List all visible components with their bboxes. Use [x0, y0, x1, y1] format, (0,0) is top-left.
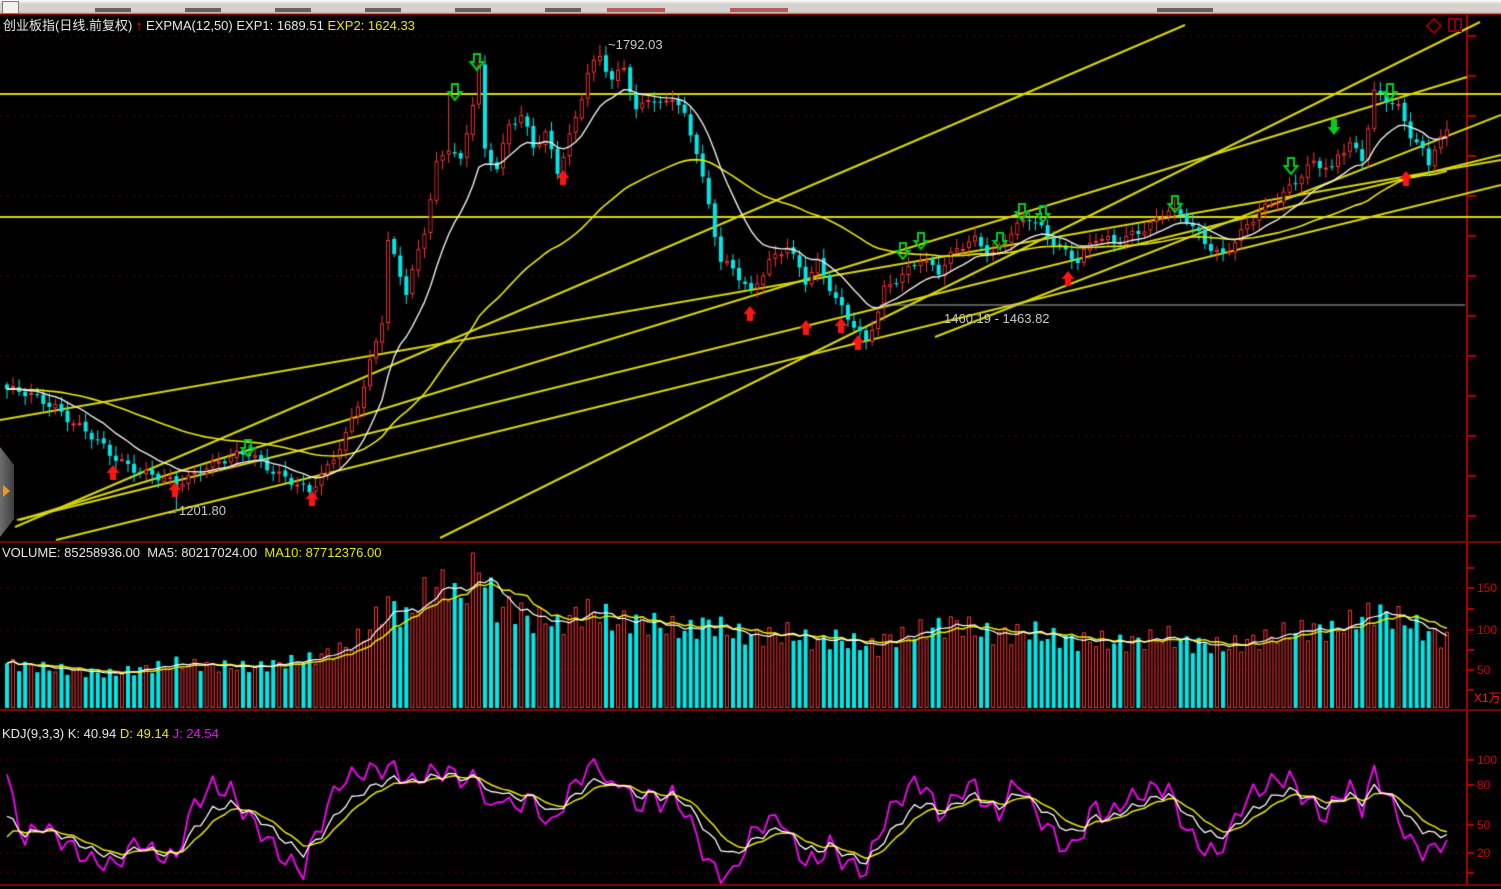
volume-ma10-value: MA10: 87712376.00: [264, 545, 381, 560]
kdj-d-value: D: 49.14: [120, 726, 169, 741]
kdj-k-value: K: 40.94: [68, 726, 116, 741]
volume-ma5-value: MA5: 80217024.00: [147, 545, 257, 560]
trough-price-annotation: ←1201.80: [166, 503, 226, 518]
volume-value: VOLUME: 85258936.00: [2, 545, 140, 560]
exp1-value: EXP1: 1689.51: [236, 18, 323, 33]
chart-canvas: [0, 0, 1501, 889]
kdj-j-value: J: 24.54: [173, 726, 219, 741]
expand-triangle-icon: [3, 485, 10, 497]
exp2-value: EXP2: 1624.33: [327, 18, 414, 33]
menu-item-clipped[interactable]: [545, 8, 581, 12]
volume-axis-label: 50: [1477, 663, 1501, 677]
volume-axis-label: 100: [1477, 623, 1501, 637]
app-icon: [2, 1, 19, 14]
separator-line: [0, 709, 1501, 711]
volume-header: VOLUME: 85258936.00 MA5: 80217024.00 MA1…: [2, 545, 382, 560]
menu-bar[interactable]: [0, 0, 1501, 14]
indicator-label: EXPMA(12,50): [146, 18, 233, 33]
volume-axis-label: 150: [1477, 581, 1501, 595]
kdj-axis-label: 100: [1477, 753, 1501, 767]
menu-item-clipped[interactable]: [1157, 8, 1213, 12]
separator-line: [0, 884, 1501, 886]
menu-item-highlight-clipped[interactable]: [607, 8, 665, 12]
kdj-axis-label: 80: [1477, 778, 1501, 792]
gap-range-annotation: 1460.19 - 1463.82: [944, 311, 1050, 326]
separator-line: [0, 541, 1501, 543]
menu-item-highlight-clipped[interactable]: [730, 8, 788, 12]
menu-item-clipped[interactable]: [455, 8, 491, 12]
window-split-icon[interactable]: [1448, 18, 1462, 32]
kdj-axis-label: 50: [1477, 818, 1501, 832]
kdj-header: KDJ(9,3,3) K: 40.94 D: 49.14 J: 24.54: [2, 726, 219, 741]
main-chart-header: 创业板指(日线.前复权) ↑ EXPMA(12,50) EXP1: 1689.5…: [3, 15, 415, 34]
menu-item-clipped[interactable]: [185, 8, 221, 12]
symbol-title: 创业板指(日线.前复权): [3, 18, 132, 33]
menu-item-clipped[interactable]: [275, 8, 311, 12]
menu-item-clipped[interactable]: [365, 8, 401, 12]
kdj-axis-label: 20: [1477, 846, 1501, 860]
peak-price-annotation: ~1792.03: [608, 37, 663, 52]
trading-app-screen: { "colors":{"background":"#000000","up_c…: [0, 0, 1501, 889]
volume-unit-label: X1万: [1474, 689, 1501, 706]
kdj-name: KDJ(9,3,3): [2, 726, 64, 741]
menu-item-clipped[interactable]: [95, 8, 131, 12]
